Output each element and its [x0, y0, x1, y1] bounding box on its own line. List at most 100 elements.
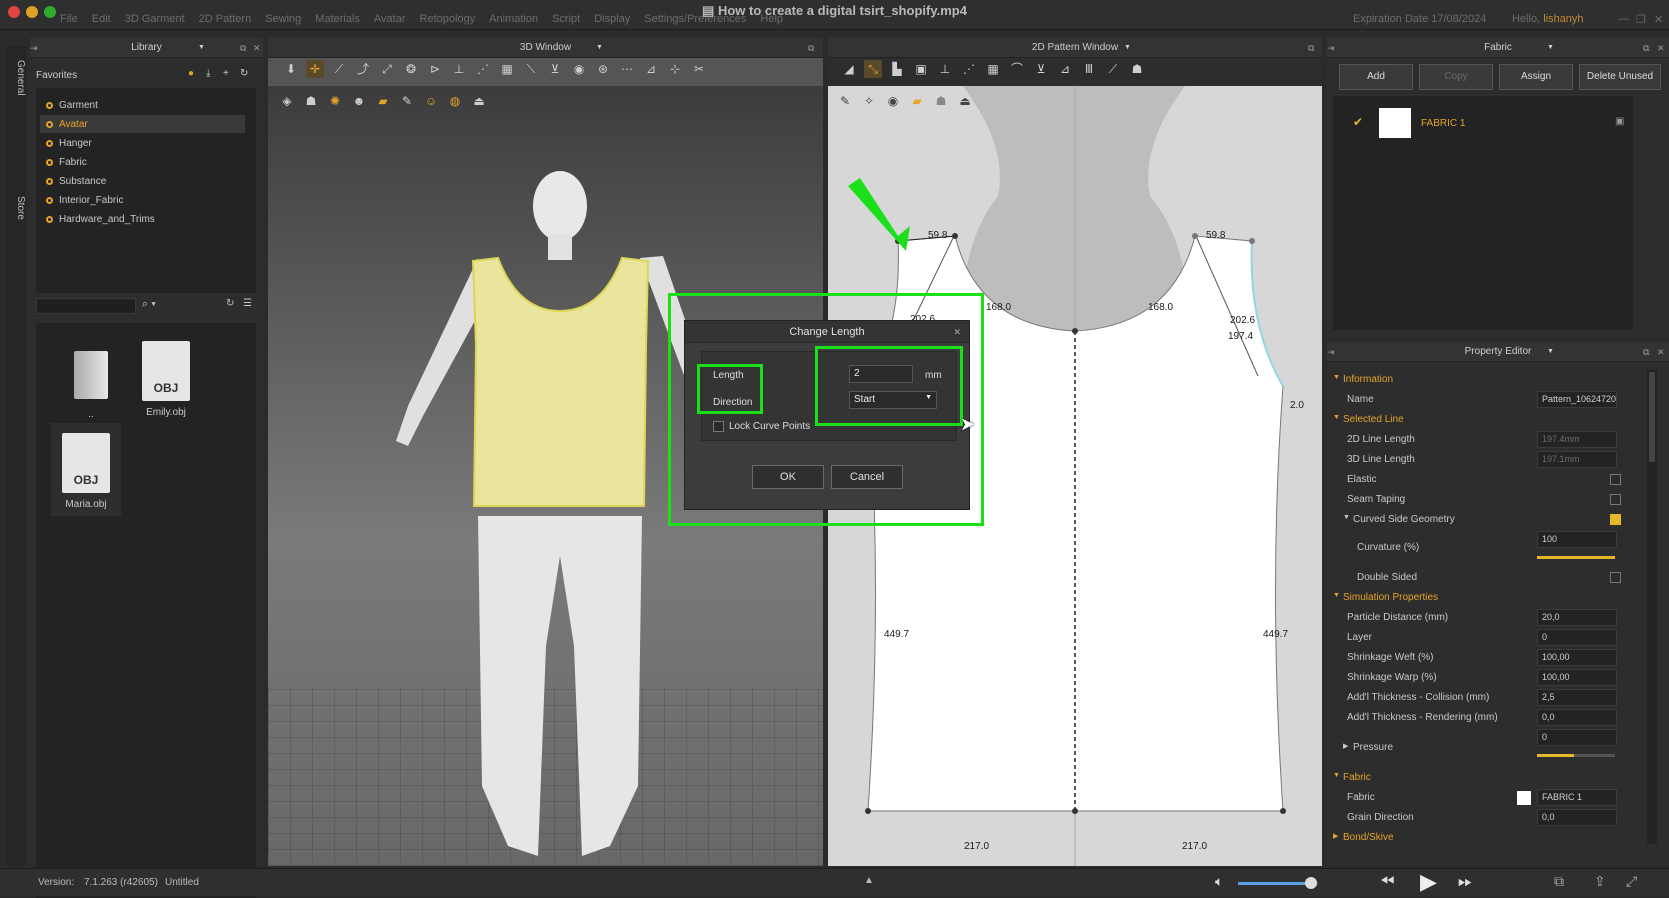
- name-field[interactable]: Pattern_10624720: [1537, 391, 1617, 408]
- edit-pattern-tool-icon[interactable]: ⤡: [864, 60, 882, 78]
- assign-fabric-button[interactable]: Assign: [1499, 64, 1573, 90]
- select-mesh-tool-icon[interactable]: ✛: [306, 60, 324, 78]
- tshirt-garment[interactable]: [471, 256, 650, 507]
- file-item-parent[interactable]: ..: [56, 351, 126, 420]
- fold-tool-icon[interactable]: ⟋: [330, 60, 348, 78]
- download-icon[interactable]: ⤓: [206, 68, 210, 79]
- pen-icon[interactable]: ✎: [836, 92, 854, 110]
- export-icon[interactable]: ⏏: [956, 92, 974, 110]
- favorite-item-substance[interactable]: Substance: [46, 172, 106, 190]
- favorite-item-avatar[interactable]: Avatar: [40, 115, 245, 133]
- restore-icon[interactable]: ❐: [1636, 13, 1646, 26]
- notch-icon[interactable]: ✧: [860, 92, 878, 110]
- shirt-tool-icon[interactable]: ☗: [1128, 60, 1146, 78]
- particle-distance-field[interactable]: 20,0: [1537, 609, 1617, 626]
- grid-tool-icon[interactable]: ▦: [498, 60, 516, 78]
- picture-in-picture-icon[interactable]: ⧉: [1554, 873, 1564, 890]
- fast-forward-icon[interactable]: ⏩︎: [1458, 871, 1472, 892]
- circle-tool-icon[interactable]: ⊥: [936, 60, 954, 78]
- polygon-tool-icon[interactable]: ▙: [888, 60, 906, 78]
- volume-slider[interactable]: [1238, 877, 1318, 889]
- chevron-down-icon[interactable]: ▼: [1547, 342, 1554, 362]
- scrollbar[interactable]: [1647, 370, 1657, 844]
- pattern-point[interactable]: [1280, 808, 1286, 814]
- float-icon[interactable]: ⧉: [1643, 38, 1649, 58]
- chevron-down-icon[interactable]: ▼: [1547, 38, 1554, 58]
- float-icon[interactable]: ⧉: [1308, 38, 1314, 58]
- tab-general[interactable]: General: [6, 60, 26, 150]
- fabric-list-item[interactable]: ✔ FABRIC 1 ▣: [1333, 106, 1633, 140]
- dart-tool-icon[interactable]: ⋰: [960, 60, 978, 78]
- thickness-rendering-field[interactable]: 0,0: [1537, 709, 1617, 726]
- pressure-field[interactable]: 0: [1537, 729, 1617, 746]
- file-item-maria[interactable]: OBJ Maria.obj: [51, 423, 121, 516]
- delete-unused-button[interactable]: Delete Unused: [1579, 64, 1661, 90]
- add-fabric-button[interactable]: Add: [1339, 64, 1413, 90]
- rectangle-tool-icon[interactable]: ▣: [912, 60, 930, 78]
- curvature-slider[interactable]: [1537, 556, 1615, 559]
- pattern-point[interactable]: [1192, 233, 1198, 239]
- grain-direction-field[interactable]: 0,0: [1537, 809, 1617, 826]
- curve-tool-icon[interactable]: ⌒: [1008, 60, 1026, 78]
- texture-icon[interactable]: ◉: [884, 92, 902, 110]
- puckering-tool-icon[interactable]: ⊿: [642, 60, 660, 78]
- copy-fabric-button[interactable]: Copy: [1419, 64, 1493, 90]
- float-icon[interactable]: ⧉: [240, 38, 246, 58]
- select-move-tool-icon[interactable]: ⬇: [282, 60, 300, 78]
- pattern-point[interactable]: [1249, 238, 1255, 244]
- pattern-point[interactable]: [865, 808, 871, 814]
- close-icon[interactable]: ✕: [1654, 13, 1663, 26]
- pin-icon[interactable]: ⇥: [30, 38, 38, 58]
- close-icon[interactable]: ✕: [1657, 38, 1665, 58]
- chevron-down-icon[interactable]: ▼: [1124, 38, 1131, 58]
- section-fabric[interactable]: ▼ Fabric: [1327, 768, 1642, 788]
- pin-icon[interactable]: ⇥: [1327, 342, 1335, 362]
- garment-icon[interactable]: ☗: [932, 92, 950, 110]
- fabric-icon[interactable]: ▰: [908, 92, 926, 110]
- float-icon[interactable]: ⧉: [808, 38, 814, 58]
- pin-icon[interactable]: ⇥: [1327, 38, 1335, 58]
- zipper-tool-icon[interactable]: ⊛: [594, 60, 612, 78]
- shrinkage-warp-field[interactable]: 100,00: [1537, 669, 1617, 686]
- section-information[interactable]: ▼ Information: [1327, 370, 1642, 390]
- favorite-item-hanger[interactable]: Hanger: [46, 134, 92, 152]
- pleat-tool-icon[interactable]: Ⅲ: [1080, 60, 1098, 78]
- stitch-tool-icon[interactable]: ⊻: [546, 60, 564, 78]
- library-search-input[interactable]: [36, 298, 136, 314]
- tab-store[interactable]: Store: [6, 196, 26, 256]
- list-view-icon[interactable]: ☰: [243, 298, 252, 309]
- split-tool-icon[interactable]: ⊹: [666, 60, 684, 78]
- file-item-emily[interactable]: OBJ Emily.obj: [131, 341, 201, 418]
- arrange-tool-icon[interactable]: ⊥: [450, 60, 468, 78]
- seam-tool-icon[interactable]: ⋰: [474, 60, 492, 78]
- minimize-icon[interactable]: —: [1618, 13, 1629, 25]
- user-name[interactable]: lishanyh: [1543, 13, 1583, 25]
- shrinkage-weft-field[interactable]: 100,00: [1537, 649, 1617, 666]
- pattern-point[interactable]: [1072, 328, 1078, 334]
- layer-field[interactable]: 0: [1537, 629, 1617, 646]
- elastic-checkbox[interactable]: [1610, 474, 1621, 485]
- expand-icon[interactable]: ▲: [864, 875, 874, 886]
- avatar-tool-icon[interactable]: ⊳: [426, 60, 444, 78]
- play-icon[interactable]: ▶: [1420, 869, 1437, 895]
- thickness-collision-field[interactable]: 2,5: [1537, 689, 1617, 706]
- volume-icon[interactable]: 🔈︎: [1215, 873, 1223, 890]
- curvature-field[interactable]: 100: [1537, 531, 1617, 548]
- ruler-tool-icon[interactable]: ⟋: [1104, 60, 1122, 78]
- share-icon[interactable]: ⇪: [1594, 873, 1606, 890]
- free-sewing-icon[interactable]: ⊿: [1056, 60, 1074, 78]
- add-icon[interactable]: +: [223, 68, 229, 79]
- favorite-item-interior-fabric[interactable]: Interior_Fabric: [46, 191, 123, 209]
- favorite-item-fabric[interactable]: Fabric: [46, 153, 87, 171]
- float-icon[interactable]: ⧉: [1643, 342, 1649, 362]
- pin-tool-icon[interactable]: ⤴: [354, 60, 372, 78]
- pattern-point[interactable]: [952, 233, 958, 239]
- internal-line-icon[interactable]: ▦: [984, 60, 1002, 78]
- cut-tool-icon[interactable]: ✂: [690, 60, 708, 78]
- seam-taping-checkbox[interactable]: [1610, 494, 1621, 505]
- segment-sewing-icon[interactable]: ⊻: [1032, 60, 1050, 78]
- fabric-select[interactable]: FABRIC 1: [1537, 789, 1617, 806]
- refresh-icon[interactable]: ↻: [226, 298, 234, 309]
- rewind-icon[interactable]: ⏪︎: [1380, 871, 1394, 892]
- pattern-point[interactable]: [1072, 808, 1078, 814]
